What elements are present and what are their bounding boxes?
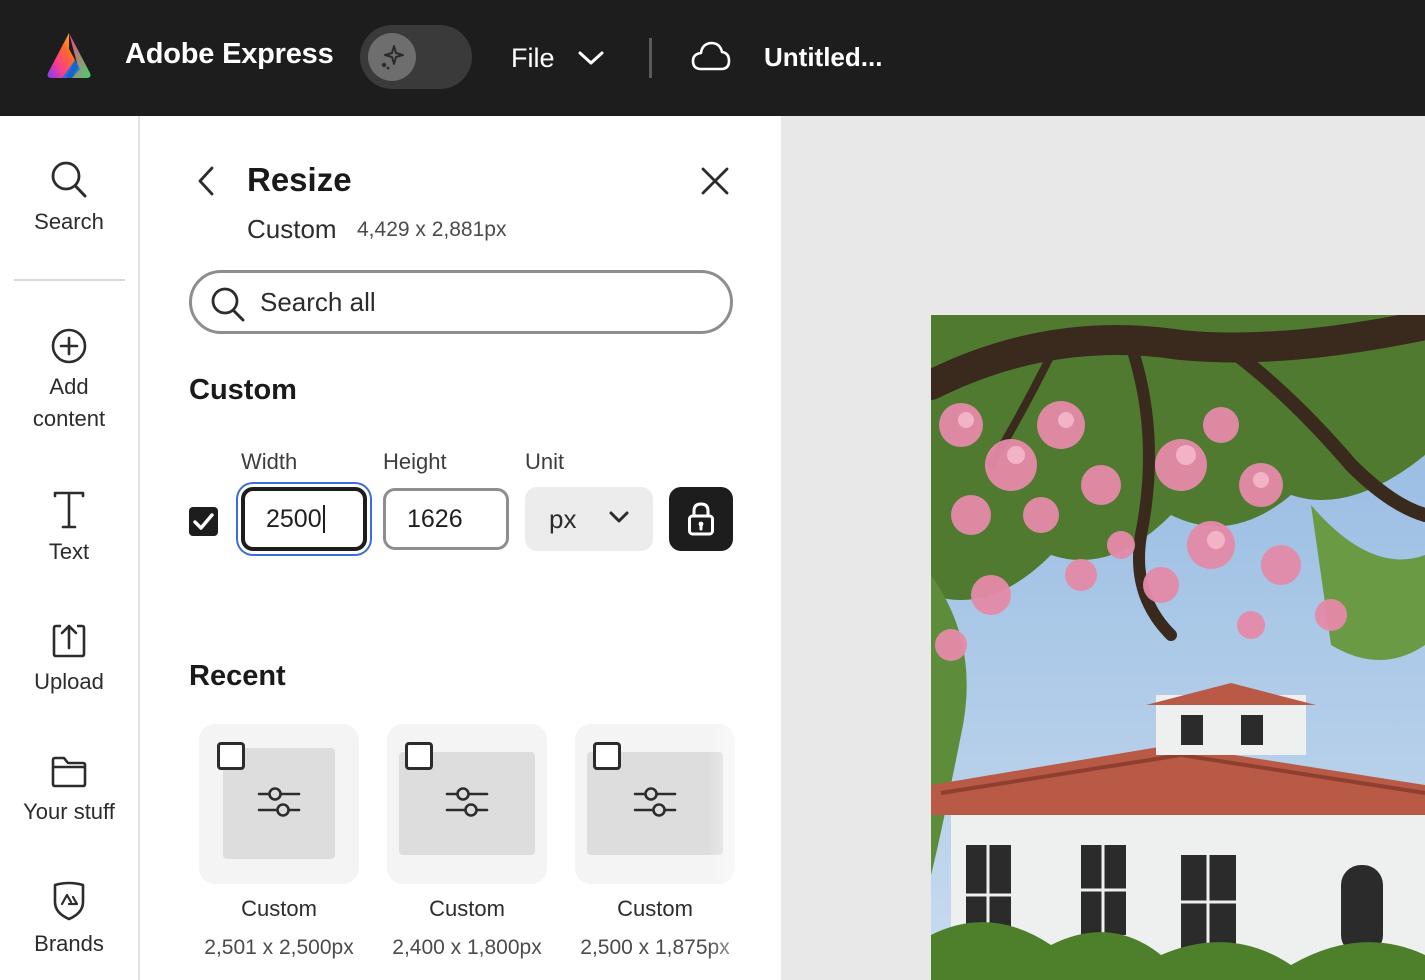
sidebar-item-label: Add bbox=[49, 374, 89, 399]
canvas-photo[interactable] bbox=[931, 315, 1425, 980]
rail-divider bbox=[14, 279, 125, 281]
panel-title: Resize bbox=[247, 161, 352, 198]
cherry-blossom-building-image bbox=[931, 315, 1425, 980]
text-icon bbox=[53, 491, 85, 529]
checkmark-icon bbox=[193, 513, 214, 530]
brand-shield-icon bbox=[53, 881, 85, 921]
recent-card-size: 2,400 x 1,800px bbox=[392, 936, 542, 959]
recent-size-card[interactable] bbox=[199, 724, 359, 884]
sidebar-item-text[interactable]: Text bbox=[0, 490, 138, 568]
current-canvas-size: 4,429 x 2,881px bbox=[357, 218, 507, 241]
width-label: Width bbox=[241, 449, 298, 474]
document-title[interactable]: Untitled... bbox=[764, 42, 882, 73]
magic-sparkle-icon bbox=[381, 45, 404, 70]
back-arrow-icon[interactable] bbox=[192, 164, 222, 198]
sliders-icon bbox=[257, 787, 301, 817]
chevron-down-icon bbox=[609, 511, 629, 523]
width-value: 2500 bbox=[266, 504, 322, 533]
file-menu[interactable]: File bbox=[511, 36, 605, 80]
unit-dropdown[interactable]: px bbox=[525, 487, 653, 551]
width-input[interactable]: 2500 bbox=[241, 487, 367, 551]
sidebar-item-upload[interactable]: Upload bbox=[0, 622, 138, 698]
sliders-icon bbox=[633, 787, 677, 817]
generative-ai-toggle[interactable] bbox=[360, 25, 472, 89]
sidebar-item-your-stuff[interactable]: Your stuff bbox=[0, 754, 138, 828]
resize-panel: Resize Custom 4,429 x 2,881px Custom Wid… bbox=[142, 116, 781, 980]
height-input[interactable]: 1626 bbox=[383, 488, 509, 550]
unit-label: Unit bbox=[525, 449, 565, 474]
header-divider bbox=[649, 38, 652, 78]
sidebar-item-add-content[interactable]: Add content bbox=[0, 327, 138, 435]
search-field[interactable] bbox=[189, 270, 733, 334]
recent-size-card[interactable] bbox=[575, 724, 735, 884]
search-icon bbox=[51, 161, 87, 198]
current-preset-name: Custom bbox=[247, 214, 337, 244]
recent-card-size: 2,500 x 1,875px bbox=[580, 936, 730, 959]
height-value: 1626 bbox=[407, 504, 463, 533]
recent-card-label: Custom bbox=[429, 896, 505, 921]
sidebar-item-label: Upload bbox=[34, 669, 104, 694]
lock-icon bbox=[688, 502, 714, 536]
cloud-icon[interactable] bbox=[690, 38, 732, 74]
app-name: Adobe Express bbox=[125, 38, 334, 70]
toggle-knob bbox=[368, 33, 416, 81]
sidebar-item-search[interactable]: Search bbox=[0, 160, 138, 238]
recent-card-label: Custom bbox=[617, 896, 693, 921]
left-rail: Search Add content Text Upload Your stuf… bbox=[0, 116, 140, 980]
sliders-icon bbox=[445, 787, 489, 817]
close-icon[interactable] bbox=[698, 164, 732, 198]
recent-size-card[interactable] bbox=[387, 724, 547, 884]
sidebar-item-label: content bbox=[32, 406, 106, 431]
adobe-express-logo[interactable] bbox=[44, 31, 94, 79]
sidebar-item-label: Your stuff bbox=[23, 799, 115, 824]
sidebar-item-brands[interactable]: Brands bbox=[0, 880, 138, 960]
recent-card-label: Custom bbox=[241, 896, 317, 921]
canvas-area bbox=[781, 116, 1425, 980]
apply-size-checkbox[interactable] bbox=[189, 507, 218, 536]
top-bar: Adobe Express File Untitled... bbox=[0, 0, 1425, 116]
sidebar-item-label: Search bbox=[34, 209, 104, 234]
search-icon bbox=[211, 287, 245, 322]
upload-icon bbox=[52, 624, 86, 658]
height-label: Height bbox=[383, 449, 447, 474]
file-menu-label: File bbox=[511, 42, 555, 73]
sidebar-item-label: Text bbox=[48, 539, 90, 564]
chevron-down-icon bbox=[578, 51, 604, 65]
recent-card-checkbox[interactable] bbox=[405, 742, 433, 770]
search-input[interactable] bbox=[260, 283, 700, 321]
folder-icon bbox=[51, 756, 87, 788]
sidebar-item-label: Brands bbox=[34, 931, 104, 956]
custom-section-title: Custom bbox=[189, 374, 297, 406]
text-caret bbox=[322, 505, 325, 533]
recent-card-checkbox[interactable] bbox=[593, 742, 621, 770]
plus-circle-icon bbox=[51, 328, 87, 364]
unit-value: px bbox=[549, 504, 577, 534]
recent-section-title: Recent bbox=[189, 660, 286, 692]
aspect-lock-button[interactable] bbox=[669, 487, 733, 551]
recent-card-size: 2,501 x 2,500px bbox=[204, 936, 354, 959]
recent-card-checkbox[interactable] bbox=[217, 742, 245, 770]
